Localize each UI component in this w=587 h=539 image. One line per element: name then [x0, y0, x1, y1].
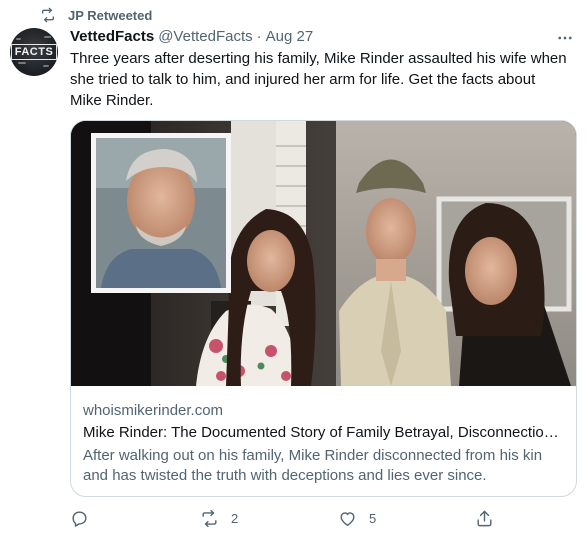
- tweet-date[interactable]: Aug 27: [266, 28, 314, 45]
- more-dots-icon: [558, 36, 572, 40]
- tweet-actions: 2 5: [70, 506, 510, 530]
- share-button[interactable]: [475, 506, 494, 530]
- avatar-decoration: [16, 38, 21, 40]
- heart-icon: [338, 509, 357, 528]
- reply-icon: [70, 509, 89, 528]
- more-options-button[interactable]: [555, 28, 575, 48]
- retweet-count: 2: [231, 510, 239, 526]
- card-description: After walking out on his family, Mike Ri…: [83, 447, 543, 484]
- retweet-button[interactable]: 2: [200, 506, 238, 530]
- share-icon: [475, 509, 494, 528]
- avatar-decoration: [43, 65, 49, 67]
- author-handle[interactable]: @VettedFacts: [158, 28, 252, 45]
- card-meta: whoismikerinder.com Mike Rinder: The Doc…: [83, 401, 565, 486]
- tweet-header: VettedFacts @VettedFacts · Aug 27: [70, 28, 313, 45]
- avatar-decoration: [18, 62, 26, 64]
- tweet-text: Three years after deserting his family, …: [70, 50, 567, 109]
- avatar-decoration: [44, 36, 51, 38]
- avatar-logo-text: FACTS: [10, 44, 58, 60]
- reply-button[interactable]: [70, 506, 89, 530]
- author-name[interactable]: VettedFacts: [70, 28, 154, 45]
- like-count: 5: [369, 510, 377, 526]
- card-domain: whoismikerinder.com: [83, 402, 224, 419]
- like-button[interactable]: 5: [338, 506, 376, 530]
- retweeted-by-row[interactable]: JP Retweeted: [40, 6, 152, 24]
- card-title: Mike Rinder: The Documented Story of Fam…: [83, 424, 559, 441]
- card-image: [71, 121, 576, 386]
- separator-dot: ·: [256, 28, 262, 45]
- retweet-icon: [200, 509, 219, 528]
- link-preview-card[interactable]: whoismikerinder.com Mike Rinder: The Doc…: [70, 120, 577, 497]
- retweeted-by-label: JP Retweeted: [68, 7, 153, 23]
- retweet-icon: [40, 7, 56, 23]
- avatar[interactable]: FACTS: [10, 28, 58, 76]
